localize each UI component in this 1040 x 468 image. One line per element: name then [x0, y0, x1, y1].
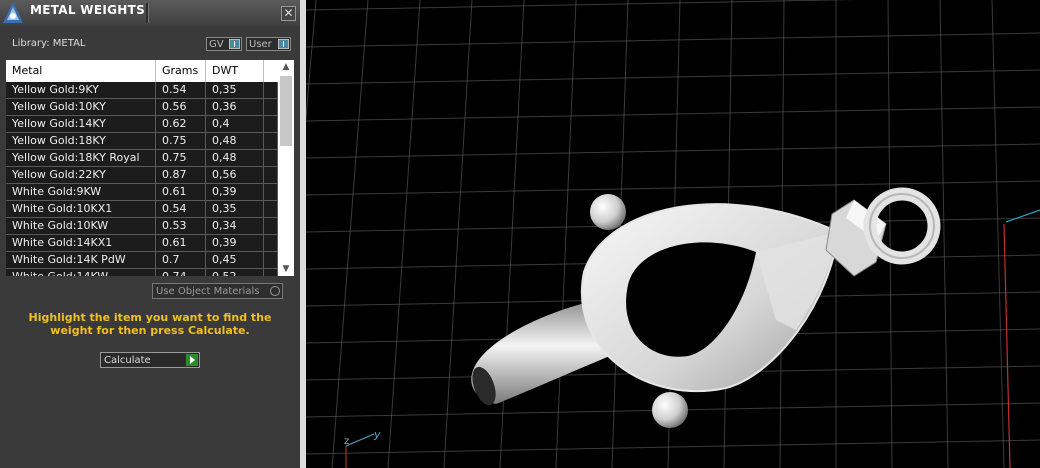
cell-grams: 0.62 [156, 116, 206, 133]
cell-empty [264, 235, 278, 252]
cell-dwt: 0,34 [206, 218, 264, 235]
table-header: Metal Grams DWT [6, 60, 278, 82]
cell-metal: White Gold:14KW [6, 269, 156, 276]
axis-y-label: y [373, 428, 381, 441]
window-title: METAL WEIGHTS [30, 3, 146, 17]
table-row[interactable]: Yellow Gold:9KY 0.54 0,35 [6, 82, 278, 99]
cell-empty [264, 218, 278, 235]
cell-metal: White Gold:14KX1 [6, 235, 156, 252]
cell-metal: Yellow Gold:9KY [6, 82, 156, 99]
cell-grams: 0.53 [156, 218, 206, 235]
cell-metal: White Gold:10KX1 [6, 201, 156, 218]
table-row[interactable]: Yellow Gold:14KY 0.62 0,4 [6, 116, 278, 133]
user-toggle[interactable]: User [246, 37, 291, 51]
cell-empty [264, 269, 278, 276]
table-row[interactable]: Yellow Gold:18KY Royal 0.75 0,48 [6, 150, 278, 167]
cell-metal: Yellow Gold:14KY [6, 116, 156, 133]
cell-empty [264, 167, 278, 184]
table-scrollbar[interactable]: ▲ ▼ [278, 60, 294, 276]
calculate-button[interactable]: Calculate [100, 352, 200, 368]
axis-z-label: z [344, 436, 349, 447]
cell-metal: White Gold:10KW [6, 218, 156, 235]
cell-grams: 0.61 [156, 184, 206, 201]
table-row[interactable]: White Gold:10KX1 0.54 0,35 [6, 201, 278, 218]
title-bar[interactable]: METAL WEIGHTS ✕ [0, 0, 300, 26]
table-row[interactable]: Yellow Gold:22KY 0.87 0,56 [6, 167, 278, 184]
cell-empty [264, 184, 278, 201]
cell-grams: 0.54 [156, 201, 206, 218]
cell-dwt: 0,48 [206, 150, 264, 167]
cell-grams: 0.74 [156, 269, 206, 276]
cell-dwt: 0,35 [206, 201, 264, 218]
use-object-materials-toggle[interactable]: Use Object Materials [152, 283, 283, 299]
scroll-up-icon[interactable]: ▲ [278, 60, 294, 74]
table-row[interactable]: White Gold:14KX1 0.61 0,39 [6, 235, 278, 252]
cell-empty [264, 252, 278, 269]
cell-grams: 0.87 [156, 167, 206, 184]
column-header-metal[interactable]: Metal [6, 60, 156, 82]
cell-dwt: 0,56 [206, 167, 264, 184]
cell-dwt: 0,52 [206, 269, 264, 276]
gv-toggle-label: GV [209, 39, 224, 50]
table-row[interactable]: White Gold:9KW 0.61 0,39 [6, 184, 278, 201]
use-object-materials-label: Use Object Materials [156, 286, 260, 297]
cell-metal: Yellow Gold:18KY [6, 133, 156, 150]
table-row[interactable]: White Gold:14K PdW 0.7 0,45 [6, 252, 278, 269]
cell-dwt: 0,35 [206, 82, 264, 99]
cell-empty [264, 201, 278, 218]
metal-table: Metal Grams DWT Yellow Gold:9KY 0.54 0,35 Y… [6, 60, 294, 276]
cell-dwt: 0,39 [206, 235, 264, 252]
radio-indicator-icon [270, 286, 280, 296]
toggle-indicator-icon [278, 39, 289, 49]
cell-grams: 0.7 [156, 252, 206, 269]
cell-metal: White Gold:9KW [6, 184, 156, 201]
cell-empty [264, 150, 278, 167]
cell-empty [264, 99, 278, 116]
cell-dwt: 0,48 [206, 133, 264, 150]
cell-empty [264, 133, 278, 150]
gv-toggle[interactable]: GV [206, 37, 242, 51]
calculate-label: Calculate [104, 355, 151, 366]
column-header-dwt[interactable]: DWT [206, 60, 264, 82]
scroll-down-icon[interactable]: ▼ [278, 262, 294, 276]
cell-grams: 0.75 [156, 133, 206, 150]
cell-metal: Yellow Gold:10KY [6, 99, 156, 116]
cell-grams: 0.61 [156, 235, 206, 252]
3d-viewport[interactable]: z y [306, 0, 1040, 468]
cell-grams: 0.75 [156, 150, 206, 167]
play-arrow-icon [186, 354, 198, 366]
table-row[interactable]: Yellow Gold:18KY 0.75 0,48 [6, 133, 278, 150]
cell-metal: Yellow Gold:22KY [6, 167, 156, 184]
instruction-text: Highlight the item you want to find the … [28, 311, 272, 337]
cell-metal: White Gold:14K PdW [6, 252, 156, 269]
scrollbar-thumb[interactable] [280, 76, 292, 146]
app-logo-icon [3, 2, 23, 23]
cell-dwt: 0,45 [206, 252, 264, 269]
column-header-grams[interactable]: Grams [156, 60, 206, 82]
user-toggle-label: User [249, 39, 272, 50]
pendant-model[interactable]: z y [306, 0, 1040, 468]
cell-dwt: 0,39 [206, 184, 264, 201]
cell-metal: Yellow Gold:18KY Royal [6, 150, 156, 167]
library-label: Library: METAL [12, 38, 86, 49]
cell-dwt: 0,4 [206, 116, 264, 133]
cell-grams: 0.56 [156, 99, 206, 116]
table-row[interactable]: White Gold:10KW 0.53 0,34 [6, 218, 278, 235]
title-divider [146, 3, 149, 23]
cell-dwt: 0,36 [206, 99, 264, 116]
metal-weights-panel: METAL WEIGHTS ✕ Library: METAL GV User M… [0, 0, 306, 468]
table-row[interactable]: White Gold:14KW0.740,52 [6, 269, 278, 276]
toggle-indicator-icon [229, 39, 240, 49]
cell-grams: 0.54 [156, 82, 206, 99]
table-row[interactable]: Yellow Gold:10KY 0.56 0,36 [6, 99, 278, 116]
cell-empty [264, 116, 278, 133]
table-body: Yellow Gold:9KY 0.54 0,35 Yellow Gold:10KY 0… [6, 82, 278, 276]
cell-empty [264, 82, 278, 99]
close-button[interactable]: ✕ [281, 6, 296, 21]
